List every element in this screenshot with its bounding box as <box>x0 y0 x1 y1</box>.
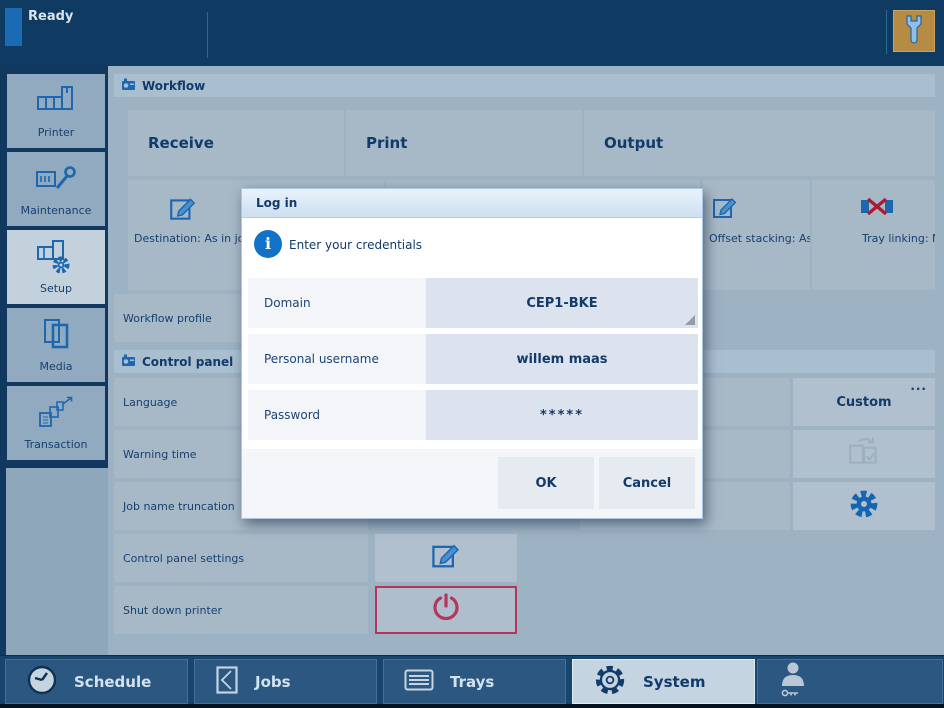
more-options-ellipsis[interactable]: ... <box>910 379 927 393</box>
tray-linking-label: Tray linking: Never <box>862 232 935 245</box>
cancel-button[interactable]: Cancel <box>599 457 695 509</box>
control-panel-settings-button[interactable] <box>375 534 517 582</box>
workflow-icon <box>121 76 136 95</box>
offset-stacking-label: Offset stacking: As in job <box>709 232 810 245</box>
domain-field-value[interactable]: CEP1-BKE <box>426 278 698 328</box>
custom-setting-button[interactable]: ... Custom <box>793 378 935 426</box>
workflow-section-header: Workflow <box>114 74 935 97</box>
tray-linking-cell[interactable]: Tray linking: Never <box>812 180 935 290</box>
copy-jobs-button[interactable] <box>793 430 935 478</box>
printer-control-panel: Ready Printer Maintenance Setup Media Tr… <box>0 0 944 708</box>
gear-icon <box>848 488 880 524</box>
offset-stacking-cell[interactable]: Offset stacking: As in job <box>703 180 810 290</box>
domain-value-text: CEP1-BKE <box>526 295 598 311</box>
login-dialog-message: Enter your credentials <box>289 238 423 252</box>
sidebar-item-media[interactable]: Media <box>7 308 105 382</box>
tab-label: Trays <box>450 672 495 691</box>
tab-trays[interactable]: Trays <box>383 659 566 704</box>
column-header-output: Output <box>584 110 935 176</box>
copy-verify-icon <box>846 435 882 473</box>
topbar-divider <box>207 12 208 58</box>
transaction-icon <box>36 386 76 438</box>
domain-field-label: Domain <box>248 278 426 328</box>
edit-icon <box>711 194 739 226</box>
password-field-label: Password <box>248 390 426 440</box>
password-field-value[interactable]: ***** <box>426 390 698 440</box>
sidebar-item-transaction[interactable]: Transaction <box>7 386 105 460</box>
setup-icon <box>35 230 77 282</box>
advanced-settings-button[interactable] <box>793 482 935 530</box>
power-icon <box>429 591 463 629</box>
sidebar-item-printer[interactable]: Printer <box>7 74 105 148</box>
sidebar-lower-panel <box>0 468 108 655</box>
control-panel-section-title: Control panel <box>142 354 234 369</box>
shut-down-button[interactable] <box>375 586 517 634</box>
workflow-profile-label: Workflow profile <box>123 311 212 325</box>
username-field-value[interactable]: willem maas <box>426 334 698 384</box>
printer-icon <box>36 74 76 126</box>
column-header-print: Print <box>346 110 582 176</box>
status-bar: Ready <box>0 0 944 66</box>
job-name-truncation-label: Job name truncation <box>123 499 235 513</box>
column-header-receive: Receive <box>128 110 344 176</box>
trays-icon <box>404 668 434 696</box>
shut-down-printer-row: Shut down printer <box>114 586 368 634</box>
sidebar-item-setup[interactable]: Setup <box>7 230 105 304</box>
warning-time-label: Warning time <box>123 447 197 461</box>
media-icon <box>38 308 74 360</box>
dropdown-corner-icon <box>685 315 695 325</box>
sidebar-item-label: Transaction <box>24 438 88 451</box>
control-panel-settings-label: Control panel settings <box>123 551 245 565</box>
shut-down-printer-label: Shut down printer <box>123 603 223 617</box>
sidebar-item-label: Maintenance <box>20 204 92 217</box>
tab-schedule[interactable]: Schedule <box>5 659 188 704</box>
workflow-section-title: Workflow <box>142 78 206 93</box>
control-panel-icon <box>121 352 136 371</box>
wrench-icon <box>903 14 925 48</box>
system-gear-icon <box>593 663 627 701</box>
sidebar-item-maintenance[interactable]: Maintenance <box>7 152 105 226</box>
tab-label: Schedule <box>74 672 152 691</box>
tab-user-login[interactable] <box>757 659 943 704</box>
jobs-icon <box>215 665 239 699</box>
tab-label: System <box>643 672 706 691</box>
login-dialog-info-row: i Enter your credentials <box>242 219 702 271</box>
edit-icon <box>168 194 198 228</box>
username-value-text: willem maas <box>516 351 608 367</box>
info-icon: i <box>254 230 282 258</box>
tab-jobs[interactable]: Jobs <box>194 659 377 704</box>
taskbar: Schedule Jobs Trays System <box>0 655 944 708</box>
tab-label: Jobs <box>255 672 291 691</box>
maintenance-icon <box>35 152 77 204</box>
sidebar-item-label: Printer <box>37 126 75 139</box>
login-dialog: Log in i Enter your credentials Domain C… <box>241 188 703 519</box>
username-field-label: Personal username <box>248 334 426 384</box>
ok-button[interactable]: OK <box>498 457 594 509</box>
topbar-divider-right <box>886 10 887 54</box>
custom-value-label: Custom <box>836 394 892 410</box>
sidebar-item-label: Setup <box>39 282 73 295</box>
control-panel-settings-row: Control panel settings <box>114 534 368 582</box>
user-key-icon <box>778 660 812 704</box>
clock-icon <box>26 664 58 700</box>
tab-system[interactable]: System <box>572 659 755 704</box>
status-accent-block <box>5 8 22 46</box>
password-masked-text: ***** <box>540 407 584 423</box>
printer-status-text: Ready <box>28 9 74 24</box>
login-dialog-title: Log in <box>242 189 702 218</box>
language-label: Language <box>123 395 178 409</box>
service-button[interactable] <box>893 10 935 52</box>
edit-icon <box>430 540 462 576</box>
tray-linking-icon <box>860 194 894 224</box>
sidebar-item-label: Media <box>39 360 73 373</box>
